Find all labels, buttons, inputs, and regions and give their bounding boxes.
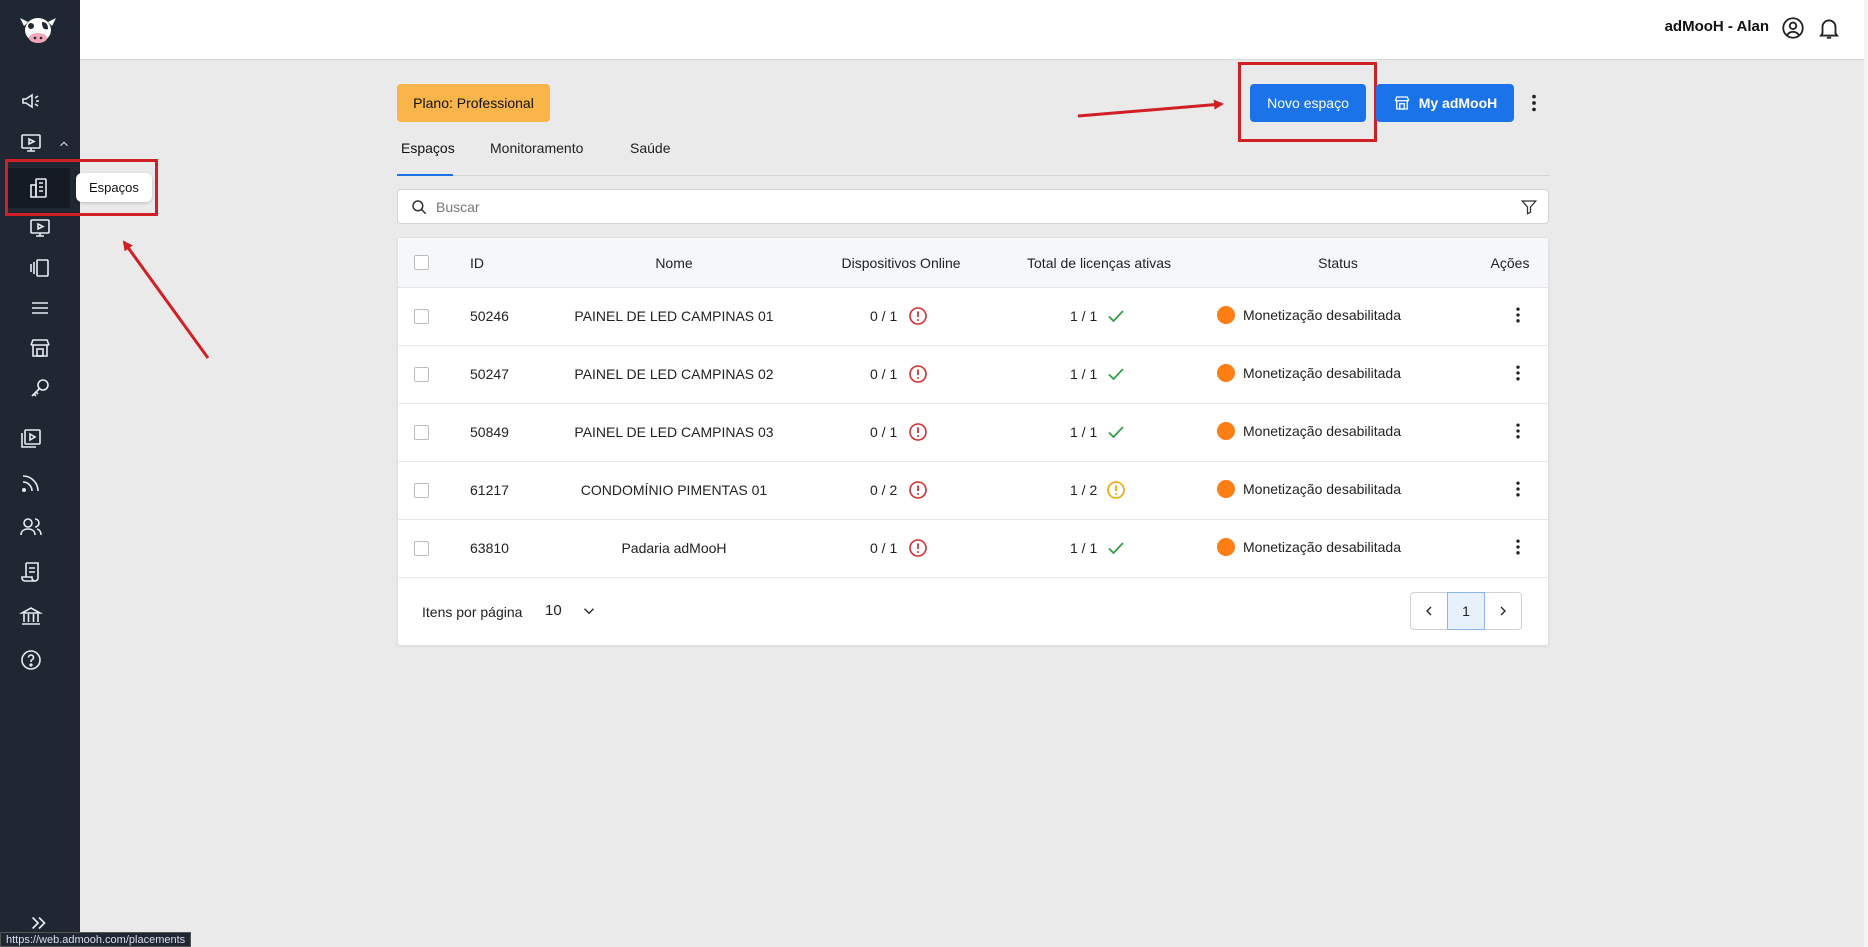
- table-row[interactable]: 50849 PAINEL DE LED CAMPINAS 03 0 / 1 1 …: [398, 404, 1548, 462]
- row-status: Monetização desabilitada: [1243, 307, 1401, 323]
- row-devices: 0 / 1: [870, 540, 898, 556]
- table-row[interactable]: 61217 CONDOMÍNIO PIMENTAS 01 0 / 2 1 / 2…: [398, 462, 1548, 520]
- table-row[interactable]: 63810 Padaria adMooH 0 / 1 1 / 1 Monetiz…: [398, 520, 1548, 578]
- column-header-licenses[interactable]: Total de licenças ativas: [1027, 255, 1171, 271]
- row-actions-icon[interactable]: [1508, 478, 1528, 500]
- row-id: 61217: [470, 482, 509, 498]
- table-row[interactable]: 50247 PAINEL DE LED CAMPINAS 02 0 / 1 1 …: [398, 346, 1548, 404]
- items-per-page-select[interactable]: 10: [545, 602, 562, 619]
- active-tab-indicator: [397, 174, 453, 176]
- tab-health[interactable]: Saúde: [630, 140, 670, 156]
- tab-spaces[interactable]: Espaços: [401, 140, 455, 156]
- error-icon: [909, 481, 927, 499]
- column-header-actions: Ações: [1490, 255, 1530, 271]
- status-dot: [1217, 538, 1235, 556]
- table-header: ID Nome Dispositivos Online Total de lic…: [398, 238, 1548, 288]
- row-licenses: 1 / 1: [1070, 424, 1098, 440]
- row-status: Monetização desabilitada: [1243, 365, 1401, 381]
- status-dot: [1217, 422, 1235, 440]
- status-dot: [1217, 364, 1235, 382]
- row-name[interactable]: PAINEL DE LED CAMPINAS 03: [574, 424, 773, 440]
- row-devices: 0 / 1: [870, 308, 898, 324]
- row-actions-icon[interactable]: [1508, 420, 1528, 442]
- error-icon: [909, 307, 927, 325]
- arrow-to-sidebar: [122, 240, 210, 359]
- chevron-right-icon: [1500, 606, 1506, 616]
- row-name[interactable]: PAINEL DE LED CAMPINAS 02: [574, 366, 773, 382]
- row-licenses: 1 / 1: [1070, 366, 1098, 382]
- row-id: 50849: [470, 424, 509, 440]
- row-name[interactable]: Padaria adMooH: [621, 540, 726, 556]
- top-bar: adMooH - Alan: [80, 0, 1864, 60]
- chevron-down-icon[interactable]: [580, 602, 598, 620]
- prev-page-button[interactable]: [1410, 592, 1448, 630]
- column-header-status[interactable]: Status: [1318, 255, 1358, 271]
- row-devices: 0 / 1: [870, 424, 898, 440]
- my-admooh-label: My adMooH: [1418, 95, 1498, 111]
- status-dot: [1217, 306, 1235, 324]
- scrollbar[interactable]: [1864, 0, 1868, 947]
- warning-icon: [1107, 481, 1125, 499]
- row-id: 50246: [470, 308, 509, 324]
- search-icon: [410, 198, 428, 216]
- search-input[interactable]: [436, 196, 1496, 218]
- search-bar: [397, 189, 1549, 224]
- row-status: Monetização desabilitada: [1243, 481, 1401, 497]
- my-admooh-button[interactable]: My adMooH: [1376, 84, 1514, 122]
- page-button-current[interactable]: 1: [1447, 592, 1485, 630]
- row-actions-icon[interactable]: [1508, 536, 1528, 558]
- row-name[interactable]: CONDOMÍNIO PIMENTAS 01: [581, 482, 767, 498]
- row-status: Monetização desabilitada: [1243, 539, 1401, 555]
- column-header-id[interactable]: ID: [470, 255, 484, 271]
- column-header-name[interactable]: Nome: [655, 255, 692, 271]
- items-per-page-label: Itens por página: [422, 604, 523, 620]
- row-checkbox[interactable]: [414, 541, 429, 556]
- row-devices: 0 / 2: [870, 482, 898, 498]
- column-header-devices[interactable]: Dispositivos Online: [841, 255, 960, 271]
- status-dot: [1217, 480, 1235, 498]
- row-devices: 0 / 1: [870, 366, 898, 382]
- more-options-icon[interactable]: [1522, 90, 1546, 116]
- row-id: 63810: [470, 540, 509, 556]
- check-icon: [1108, 310, 1124, 323]
- table-row[interactable]: 50246 PAINEL DE LED CAMPINAS 01 0 / 1 1 …: [398, 288, 1548, 346]
- row-checkbox[interactable]: [414, 425, 429, 440]
- bell-icon[interactable]: [1816, 15, 1842, 41]
- next-page-button[interactable]: [1484, 592, 1522, 630]
- store-icon: [1394, 96, 1410, 110]
- new-space-button[interactable]: Novo espaço: [1250, 84, 1366, 122]
- error-icon: [909, 423, 927, 441]
- check-icon: [1108, 426, 1124, 439]
- chevron-left-icon: [1426, 606, 1432, 616]
- plan-badge: Plano: Professional: [397, 84, 550, 122]
- error-icon: [909, 539, 927, 557]
- pagination: 1: [1410, 592, 1522, 630]
- browser-status-url: https://web.admooh.com/placements: [0, 932, 192, 947]
- check-icon: [1108, 368, 1124, 381]
- user-account-icon[interactable]: [1780, 15, 1806, 41]
- row-checkbox[interactable]: [414, 483, 429, 498]
- select-all-checkbox[interactable]: [414, 255, 429, 270]
- row-actions-icon[interactable]: [1508, 304, 1528, 326]
- row-checkbox[interactable]: [414, 367, 429, 382]
- row-id: 50247: [470, 366, 509, 382]
- row-licenses: 1 / 1: [1070, 308, 1098, 324]
- user-name[interactable]: adMooH - Alan: [1665, 18, 1769, 35]
- row-licenses: 1 / 1: [1070, 540, 1098, 556]
- tab-monitoring[interactable]: Monitoramento: [490, 140, 583, 156]
- row-name[interactable]: PAINEL DE LED CAMPINAS 01: [574, 308, 773, 324]
- arrow-to-new-space: [1077, 99, 1224, 118]
- row-checkbox[interactable]: [414, 309, 429, 324]
- row-actions-icon[interactable]: [1508, 362, 1528, 384]
- tabs: Espaços Monitoramento Saúde: [397, 136, 1549, 176]
- filter-icon[interactable]: [1520, 198, 1538, 216]
- error-icon: [909, 365, 927, 383]
- spaces-table: ID Nome Dispositivos Online Total de lic…: [397, 237, 1549, 646]
- row-status: Monetização desabilitada: [1243, 423, 1401, 439]
- check-icon: [1108, 542, 1124, 555]
- row-licenses: 1 / 2: [1070, 482, 1098, 498]
